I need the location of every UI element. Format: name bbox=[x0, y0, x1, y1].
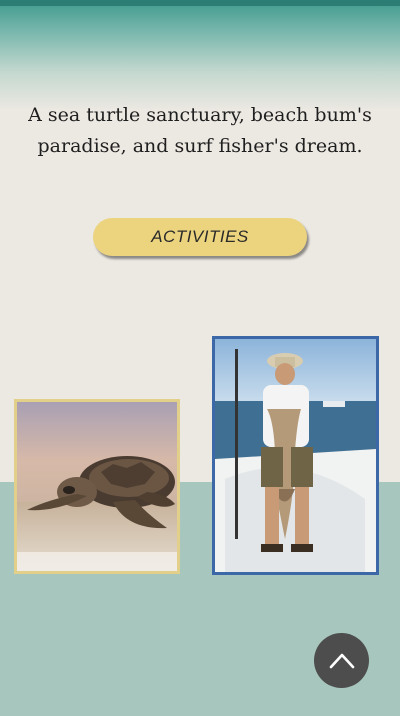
hero-tagline: A sea turtle sanctuary, beach bum's para… bbox=[28, 104, 372, 157]
fisherman-with-fish-image bbox=[215, 339, 376, 572]
top-accent-strip bbox=[0, 0, 400, 6]
sea-turtle-photo bbox=[14, 399, 180, 574]
scroll-to-top-button[interactable] bbox=[314, 633, 369, 688]
chevron-up-icon bbox=[329, 653, 354, 668]
surf-fisher-photo bbox=[212, 336, 379, 575]
activities-button[interactable]: ACTIVITIES bbox=[93, 218, 307, 256]
sea-turtle-image bbox=[17, 402, 177, 571]
header-gradient-band bbox=[0, 0, 400, 110]
